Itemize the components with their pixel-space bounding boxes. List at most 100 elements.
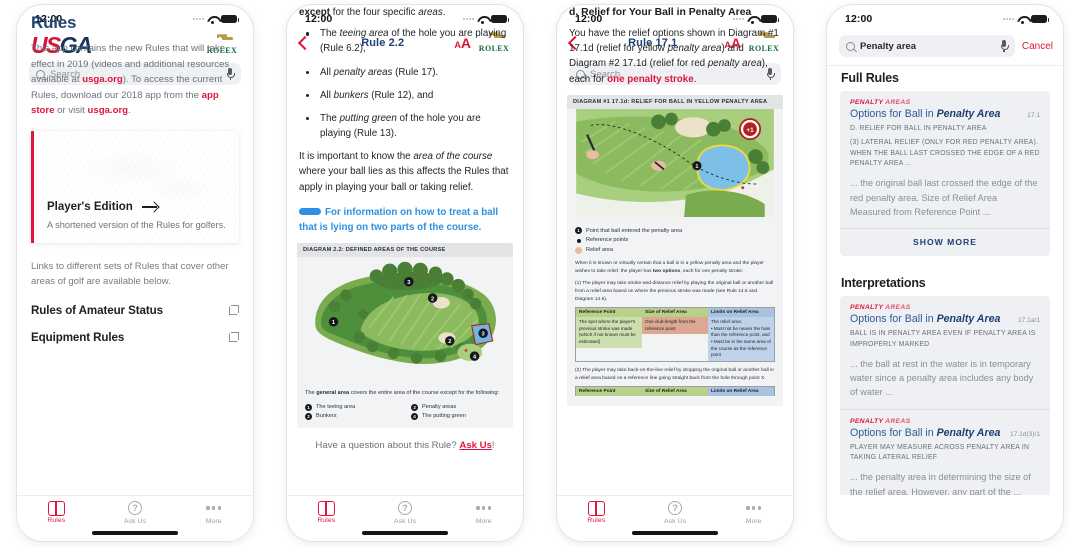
result-title: Options for Ball in Penalty Area	[850, 427, 1000, 439]
list-item[interactable]: PENALTY AREAS Options for Ball in Penalt…	[840, 296, 1050, 408]
legend-label: Bunkers	[316, 413, 337, 420]
more-dots-icon	[714, 501, 793, 515]
table-header: Limits on Relief Area	[708, 308, 774, 318]
legend-badge: 3	[411, 403, 418, 411]
list-item[interactable]: PENALTY AREAS Options for Ball in Penalt…	[840, 91, 1050, 228]
tab-more-label: More	[475, 518, 492, 525]
caption-b: general area	[316, 390, 350, 397]
cut-line-end: .	[442, 7, 446, 18]
kicker-strong: PENALTY	[850, 417, 884, 425]
kicker-light: AREAS	[883, 417, 911, 425]
tab-more[interactable]: More	[444, 501, 523, 525]
diagram-caption: The general area covers the entire area …	[297, 384, 513, 428]
result-kicker: PENALTY AREAS	[850, 99, 1040, 106]
home-indicator	[92, 531, 178, 535]
usga-org-link-1[interactable]: usga.org	[82, 74, 123, 85]
result-title-pre: Options for Ball in	[850, 108, 937, 120]
search-bar-active[interactable]: Penalty area	[839, 35, 1015, 57]
list-item[interactable]: PENALTY AREAS Options for Ball in Penalt…	[840, 408, 1050, 495]
tab-ask-us[interactable]: ? Ask Us	[636, 501, 715, 525]
tab-more-label: More	[745, 518, 762, 525]
result-title-em: Penalty Area	[936, 313, 1001, 326]
table-header: Reference Point	[576, 308, 642, 318]
links-note: Links to different sets of Rules that co…	[31, 260, 229, 288]
result-snippet: ... the original ball last crossed the e…	[850, 178, 1038, 217]
tab-more[interactable]: More	[174, 501, 253, 525]
search-input[interactable]: Penalty area	[860, 41, 996, 52]
diagram-option-2: (2) The player may take back-on-the-line…	[575, 368, 774, 381]
svg-text:3: 3	[407, 280, 410, 286]
rule-paragraph: You have the relief options shown in Dia…	[569, 26, 781, 87]
tab-ask-us[interactable]: ? Ask Us	[366, 501, 445, 525]
phone-screen-1: 12:00 USGA ROLEX Search Rules This app c…	[17, 5, 253, 541]
tab-rules[interactable]: Rules	[557, 501, 636, 524]
phone-screen-3: 12:00 Rule 17.1 AA ROLEX Search d. Relie…	[557, 5, 793, 541]
result-head: Options for Ball in Penalty Area 17.1d(3…	[850, 427, 1040, 439]
link-row-amateur-status[interactable]: Rules of Amateur Status	[17, 290, 253, 317]
phone-4: 12:00 Penalty area Cancel Full Rules PEN…	[810, 0, 1080, 547]
link-row-equipment-rules[interactable]: Equipment Rules	[17, 317, 253, 344]
result-rule-number: 17.1	[1027, 112, 1040, 119]
result-subtitle: PLAYER MAY MEASURE ACROSS PENALTY AREA I…	[850, 443, 1030, 462]
tab-ask-us-label: Ask Us	[393, 518, 417, 525]
tab-ask-us[interactable]: ? Ask Us	[96, 501, 175, 525]
status-icons	[1003, 15, 1049, 24]
legend-label: Relief area	[586, 246, 614, 253]
related-rule-note-text: For information on how to treat a ball t…	[299, 206, 499, 233]
table-column-reference-point: Reference Point The spot where the playe…	[576, 308, 642, 361]
legend-item: 3 Penalty areas	[411, 403, 505, 413]
players-edition-card[interactable]: Player's Edition A shortened version of …	[31, 130, 239, 243]
legend-label: The putting green	[422, 413, 466, 420]
tab-more[interactable]: More	[714, 501, 793, 525]
result-snippet: ... the penalty area in determining the …	[850, 472, 1031, 495]
svg-text:1: 1	[695, 164, 698, 170]
book-icon	[317, 501, 335, 516]
players-edition-title-row: Player's Edition	[47, 201, 158, 213]
microphone-icon[interactable]	[1000, 40, 1009, 52]
legend-item: 4 The putting green	[411, 412, 505, 422]
table-column-size-of-relief-area: Size of Relief Area One club-length from…	[642, 308, 708, 361]
bullet-post: (Rule 17).	[392, 66, 439, 78]
cut-off-line: except for the four specific areas.	[299, 5, 511, 20]
diagram-canvas: 1 +1	[567, 108, 783, 222]
result-kicker: PENALTY AREAS	[850, 304, 1040, 311]
svg-text:2: 2	[431, 296, 434, 302]
tab-rules[interactable]: Rules	[17, 501, 96, 524]
question-circle-icon: ?	[128, 501, 142, 515]
phone-frame-4: 12:00 Penalty area Cancel Full Rules PEN…	[827, 5, 1063, 541]
list-item: All penalty areas (Rule 17).	[303, 65, 511, 80]
players-edition-subtitle: A shortened version of the Rules for gol…	[47, 219, 226, 230]
caption-a: The	[305, 390, 317, 397]
related-rule-note[interactable]: For information on how to treat a ball t…	[299, 205, 511, 235]
home-indicator	[632, 531, 718, 535]
book-icon	[47, 501, 65, 516]
ask-us-link[interactable]: Ask Us	[459, 440, 492, 451]
legend-badge: 1	[575, 226, 582, 234]
legend-item: Reference points	[575, 236, 775, 246]
ask-us-prompt-text: Have a question about this Rule?	[315, 439, 460, 451]
status-time: 12:00	[845, 13, 873, 25]
bullet-em: penalty areas	[333, 66, 393, 78]
show-more-button[interactable]: SHOW MORE	[840, 228, 1050, 256]
phone-frame-1: 12:00 USGA ROLEX Search Rules This app c…	[17, 5, 253, 541]
diagram-2-2: DIAGRAM 2.2: DEFINED AREAS OF THE COURSE	[297, 243, 513, 428]
table-column-size-of-relief-area: Size of Relief Area	[642, 387, 708, 397]
diagram-title: DIAGRAM 2.2: DEFINED AREAS OF THE COURSE	[297, 243, 513, 258]
result-subtitle-2: (3) LATERAL RELIEF (ONLY FOR RED PENALTY…	[850, 139, 1040, 168]
tab-rules-label: Rules	[587, 517, 606, 524]
tab-rules[interactable]: Rules	[287, 501, 366, 524]
main-content-3: d. Relief for Your Ball in Penalty Area …	[557, 5, 793, 495]
bullet-pre: All	[320, 89, 334, 101]
bullet-pre: The	[320, 28, 340, 40]
kicker-strong: PENALTY	[850, 99, 884, 106]
kicker-light: AREAS	[883, 304, 911, 312]
diagram-para-bold: two options	[652, 268, 681, 274]
cancel-button[interactable]: Cancel	[1015, 41, 1053, 52]
table-cell: One club-length from the reference point	[642, 317, 708, 335]
intro-text-3: or visit	[54, 105, 88, 117]
para-end: .	[693, 73, 697, 85]
usga-org-link-2[interactable]: usga.org	[88, 105, 129, 116]
diagram-17-1d: DIAGRAM #1 17.1d: RELIEF FOR BALL IN YEL…	[567, 94, 783, 407]
ask-us-suffix: !	[491, 439, 495, 451]
search-icon	[846, 41, 855, 51]
